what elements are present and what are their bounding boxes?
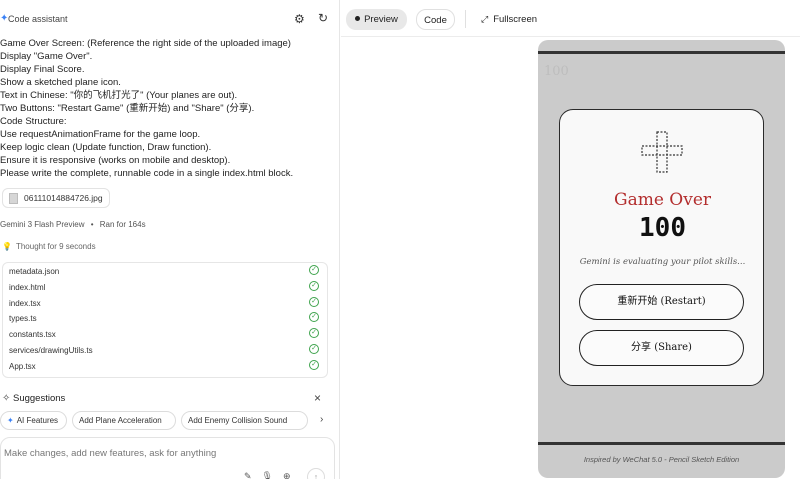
suggestion-chip[interactable]: Add Plane Acceleration: [72, 411, 176, 430]
sparkle-icon: ✧: [2, 393, 11, 404]
final-score: 100: [639, 213, 686, 243]
file-item[interactable]: index.tsx ✓: [3, 295, 327, 311]
send-button[interactable]: ↑: [307, 468, 325, 479]
check-icon: ✓: [309, 265, 319, 275]
tab-label: Code: [424, 15, 447, 26]
lightbulb-icon: 💡: [2, 242, 12, 251]
fullscreen-button[interactable]: ⤢ Fullscreen: [481, 9, 537, 30]
prompt-line: Please write the complete, runnable code…: [0, 168, 294, 179]
file-name: App.tsx: [9, 361, 36, 371]
file-name: metadata.json: [9, 267, 60, 276]
thought-toggle[interactable]: 💡 Thought for 9 seconds: [2, 242, 96, 251]
prompt-line: Text in Chinese: "你的飞机打光了" (Your planes …: [0, 90, 238, 101]
prompt-line: Display Final Score.: [0, 64, 85, 75]
suggestions-header: ✧ Suggestions ×: [0, 392, 330, 406]
file-item[interactable]: metadata.json ✓: [3, 263, 327, 279]
prompt-line: Code Structure:: [0, 116, 67, 127]
run-duration: Ran for 164s: [99, 220, 146, 229]
bottom-border: [538, 442, 785, 445]
tab-divider: [465, 10, 466, 28]
file-name: types.ts: [9, 314, 37, 324]
suggestion-label: Add Plane Acceleration: [79, 416, 162, 425]
attachment-name: 06111014884726.jpg: [24, 193, 103, 203]
sparkle-icon: ✦: [7, 416, 14, 425]
thought-label: Thought for 9 seconds: [15, 242, 96, 251]
chevron-right-icon[interactable]: ›: [320, 414, 323, 425]
refresh-icon[interactable]: ↻: [318, 12, 330, 24]
file-item[interactable]: constants.tsx ✓: [3, 326, 327, 342]
file-name: constants.tsx: [9, 330, 56, 340]
file-name: index.tsx: [9, 298, 41, 308]
preview-panel: Preview Code ⤢ Fullscreen 100 Game Over 1…: [341, 0, 800, 479]
suggestion-label: AI Features: [16, 416, 59, 425]
file-item[interactable]: App.tsx ✓: [3, 358, 327, 374]
close-icon[interactable]: ×: [314, 392, 321, 404]
suggestion-chip[interactable]: Add Enemy Collision Sound: [181, 411, 308, 430]
tab-label: Preview: [364, 14, 398, 25]
view-tabs: Preview Code ⤢ Fullscreen: [341, 0, 800, 37]
game-over-title: Game Over: [613, 190, 712, 210]
footer-credit: Inspired by WeChat 5.0 - Pencil Sketch E…: [583, 455, 740, 464]
check-icon: ✓: [309, 359, 319, 370]
input-placeholder: Make changes, add new features, ask for …: [4, 448, 217, 459]
user-prompt: Game Over Screen: (Reference the right s…: [0, 37, 320, 180]
file-item[interactable]: services/drawingUtils.ts ✓: [3, 342, 327, 358]
attachment-chip[interactable]: 06111014884726.jpg: [2, 188, 110, 208]
file-item[interactable]: index.html ✓: [3, 279, 327, 295]
suggestion-label: Add Enemy Collision Sound: [188, 416, 288, 425]
suggestion-chip[interactable]: ✦ AI Features: [0, 411, 67, 430]
game-over-modal: Game Over 100 Gemini is evaluating your …: [559, 109, 764, 386]
expand-icon: ⤢: [481, 14, 489, 24]
suggestion-chips: ✦ AI Features Add Plane Acceleration Add …: [0, 411, 335, 431]
prompt-line: Use requestAnimationFrame for the game l…: [0, 129, 201, 140]
panel-title: Code assistant: [8, 14, 68, 24]
tab-code[interactable]: Code: [416, 9, 455, 30]
file-name: services/drawingUtils.ts: [9, 345, 93, 355]
gear-icon[interactable]: ⚙: [294, 13, 306, 25]
file-item[interactable]: types.ts ✓: [3, 310, 327, 326]
check-icon: ✓: [309, 312, 319, 323]
restart-button[interactable]: 重新开始 (Restart): [579, 284, 744, 320]
file-name: index.html: [9, 282, 46, 292]
input-actions: ✎ 🎙 ⊕: [244, 471, 291, 479]
check-icon: ✓: [309, 296, 319, 307]
check-icon: ✓: [309, 343, 319, 354]
prompt-line: Two Buttons: "Restart Game" (重新开始) and "…: [0, 103, 255, 114]
share-button[interactable]: 分享 (Share): [579, 330, 744, 366]
image-file-icon: [9, 192, 18, 204]
tab-label: Fullscreen: [493, 14, 538, 25]
evaluating-text: Gemini is evaluating your pilot skills..…: [579, 257, 746, 267]
top-border: [538, 51, 785, 54]
model-name: Gemini 3 Flash Preview: [0, 220, 85, 229]
sketched-plane-icon: [641, 131, 683, 173]
prompt-line: Ensure it is responsive (works on mobile…: [0, 155, 231, 166]
microphone-icon[interactable]: 🎙: [262, 471, 273, 479]
prompt-line: Game Over Screen: (Reference the right s…: [0, 38, 291, 49]
prompt-line: Display "Game Over".: [0, 51, 93, 62]
check-icon: ✓: [309, 280, 319, 291]
suggestions-label: Suggestions: [13, 393, 66, 404]
prompt-line: Keep logic clean (Update function, Draw …: [0, 142, 212, 153]
model-info: Gemini 3 Flash Preview • Ran for 164s: [0, 220, 146, 229]
background-score: 100: [544, 64, 569, 79]
game-canvas[interactable]: 100 Game Over 100 Gemini is evaluating y…: [538, 40, 785, 478]
active-dot-icon: [355, 16, 361, 21]
panel-header: ✦ Code assistant ⚙ ↻: [0, 0, 339, 38]
check-icon: ✓: [309, 328, 319, 339]
generated-files-list: metadata.json ✓ index.html ✓ index.tsx ✓ ty…: [2, 262, 328, 378]
chat-input[interactable]: Make changes, add new features, ask for …: [0, 437, 335, 479]
tab-preview[interactable]: Preview: [346, 9, 407, 30]
prompt-line: Show a sketched plane icon.: [0, 77, 121, 88]
add-icon[interactable]: ⊕: [283, 471, 291, 479]
separator-dot: •: [90, 220, 94, 229]
code-assistant-panel: ✦ Code assistant ⚙ ↻ Game Over Screen: (…: [0, 0, 340, 479]
sparkle-icon: ✦: [0, 13, 9, 24]
magic-wand-icon[interactable]: ✎: [244, 471, 252, 479]
